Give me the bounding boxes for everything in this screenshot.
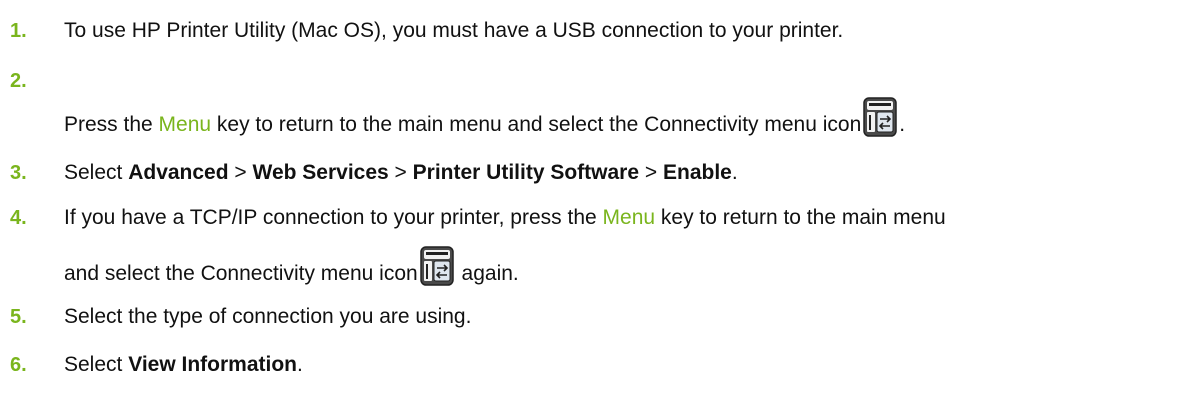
text-fragment: Select [64, 161, 129, 184]
step-number: 5. [10, 306, 27, 328]
text-fragment: . [731, 161, 738, 184]
step-text: Select View Information. [64, 353, 303, 377]
text-fragment: Press the [64, 113, 159, 136]
step-text: Select Advanced > Web Services > Printer… [64, 161, 738, 185]
text-fragment: key to return to the main menu and selec… [211, 113, 862, 136]
connectivity-menu-icon [419, 246, 454, 286]
separator: > [388, 161, 413, 184]
text-fragment: . [297, 353, 303, 376]
step-number: 4. [10, 207, 27, 229]
text-fragment: and select the Connectivity menu icon [64, 262, 418, 285]
text-fragment: key to return to the main menu [655, 206, 946, 229]
separator: > [228, 161, 253, 184]
text-fragment: If you have a TCP/IP connection to your … [64, 206, 603, 229]
menu-path-advanced: Advanced [128, 161, 229, 184]
step-number: 2. [10, 70, 27, 92]
menu-path-view-information: View Information [128, 353, 298, 376]
menu-key-label: Menu [602, 206, 656, 229]
menu-path-web-services: Web Services [252, 161, 389, 184]
text-fragment: Select [64, 353, 129, 376]
step-text: To use HP Printer Utility (Mac OS), you … [64, 19, 844, 42]
menu-path-enable: Enable [662, 161, 732, 184]
step-text: Press the Menu key to return to the main… [64, 97, 905, 137]
text-fragment: . [899, 113, 906, 136]
menu-key-label: Menu [158, 113, 212, 136]
menu-path-printer-utility-software: Printer Utility Software [412, 161, 640, 184]
text-fragment: again. [455, 262, 519, 285]
step-text-line-2: and select the Connectivity menu icon ag… [64, 246, 519, 286]
step-number: 3. [10, 162, 27, 184]
step-text: If you have a TCP/IP connection to your … [64, 206, 946, 230]
connectivity-menu-icon [863, 97, 898, 137]
separator: > [639, 161, 663, 184]
step-text: Select the type of connection you are us… [64, 305, 472, 328]
step-number: 6. [10, 354, 27, 376]
step-number: 1. [10, 20, 27, 42]
